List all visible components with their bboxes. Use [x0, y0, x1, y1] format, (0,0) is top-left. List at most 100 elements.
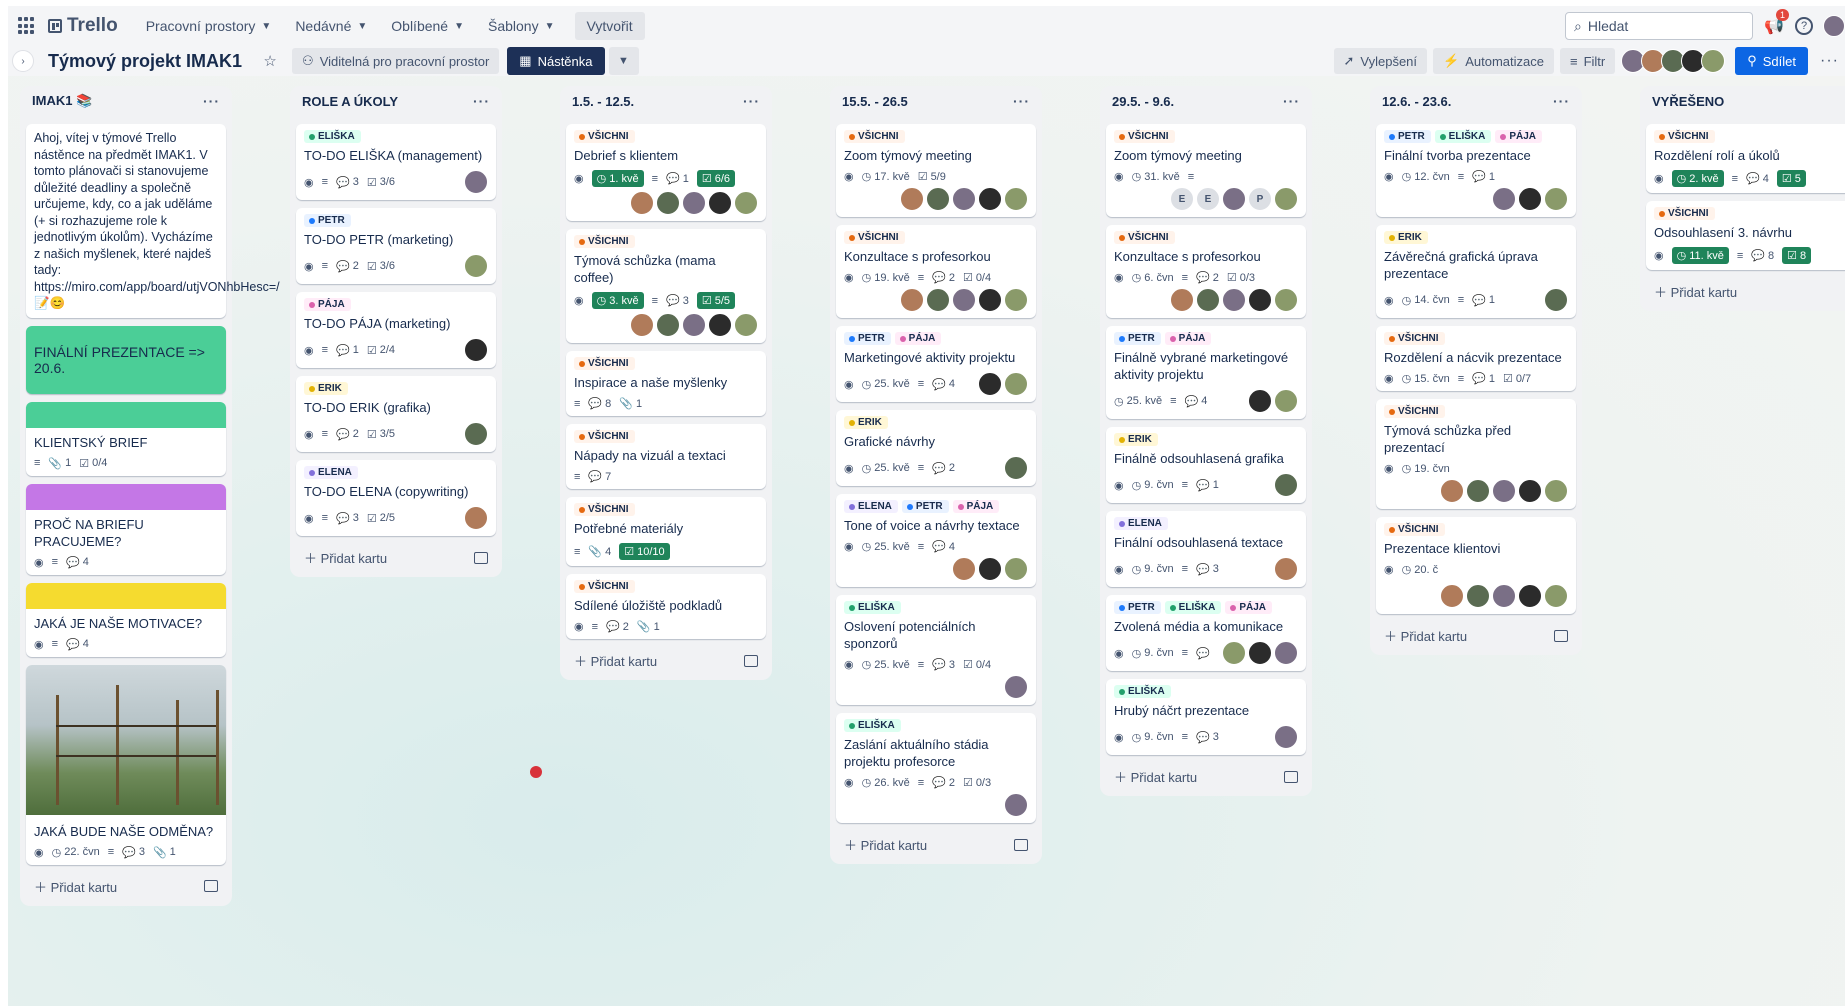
list-title[interactable]: 1.5. - 12.5.: [572, 94, 634, 109]
card-materials[interactable]: VŠICHNI Potřebné materiály ≡ 📎 4 ☑ 10/10: [566, 497, 766, 566]
due-date-badge[interactable]: ◷ 25. kvě: [862, 378, 910, 391]
star-icon[interactable]: ☆: [258, 49, 282, 73]
member-avatar[interactable]: [464, 254, 488, 278]
template-icon[interactable]: [1014, 838, 1028, 851]
card-client-brief[interactable]: KLIENTSKÝ BRIEF ≡ 📎 1 ☑ 0/4: [26, 401, 226, 476]
member-avatar[interactable]: [978, 372, 1002, 396]
due-date-badge[interactable]: ◷ 12. čvn: [1402, 170, 1450, 184]
list-title[interactable]: ROLE A ÚKOLY: [302, 94, 398, 109]
member-avatar[interactable]: [1004, 793, 1028, 817]
card-presentation-practice[interactable]: VŠICHNI Rozdělení a nácvik prezentace ◉ ◷…: [1376, 326, 1576, 391]
notifications-button[interactable]: 📢 1: [1763, 9, 1789, 37]
member-avatar[interactable]: [1544, 288, 1568, 312]
member-avatar[interactable]: [978, 187, 1002, 211]
card-final-marketing[interactable]: PETR PÁJA Finálně vybrané marketingové ak…: [1106, 326, 1306, 419]
list-menu-icon[interactable]: ···: [473, 93, 490, 109]
member-avatar[interactable]: E: [1196, 187, 1220, 211]
due-date-badge[interactable]: ◷ 25. kvě: [862, 540, 910, 554]
due-date-badge[interactable]: ◷ 3. kvě: [591, 292, 644, 309]
list-title[interactable]: IMAK1 📚: [32, 93, 92, 109]
card-zoom-meeting-2[interactable]: VŠICHNI Zoom týmový meeting ◉ ◷ 31. kvě ≡ E…: [1106, 124, 1306, 217]
nav-templates[interactable]: Šablony ▼: [478, 12, 565, 40]
label-erik[interactable]: ERIK: [1384, 231, 1428, 244]
due-date-badge[interactable]: ◷ 2. kvě: [1671, 170, 1724, 187]
label-elena[interactable]: ELENA: [304, 466, 358, 479]
member-avatar[interactable]: [464, 422, 488, 446]
nav-recent[interactable]: Nedávné ▼: [285, 12, 377, 40]
member-avatar[interactable]: [1004, 456, 1028, 480]
add-card-button[interactable]: ＋ Přidat kartu: [296, 540, 496, 571]
card-motivation[interactable]: JAKÁ JE NAŠE MOTIVACE? ◉ ≡ 💬 4: [26, 582, 226, 657]
member-avatar[interactable]: [1466, 479, 1490, 503]
label-vsichni[interactable]: VŠICHNI: [1384, 332, 1445, 345]
card-zoom-meeting[interactable]: VŠICHNI Zoom týmový meeting ◉ ◷ 17. kvě ☑ 5/…: [836, 124, 1036, 217]
card-tone-of-voice[interactable]: ELENA PETR PÁJA Tone of voice a návrhy tex…: [836, 494, 1036, 587]
card-design-approval[interactable]: VŠICHNI Odsouhlasení 3. návrhu ◉ ◷ 11. kvě…: [1646, 201, 1845, 270]
app-switcher-icon[interactable]: [18, 17, 36, 35]
visibility-button[interactable]: ⚇ Viditelná pro pracovní prostor: [292, 48, 500, 74]
board-view-button[interactable]: ▦ Nástěnka: [507, 47, 605, 75]
label-vsichni[interactable]: VŠICHNI: [1654, 207, 1715, 220]
due-date-badge[interactable]: ◷ 9. čvn: [1132, 563, 1174, 576]
member-avatar[interactable]: [1248, 389, 1272, 413]
label-eliska[interactable]: ELIŠKA: [304, 130, 361, 143]
list-header[interactable]: ROLE A ÚKOLY ···: [296, 86, 496, 116]
card-todo-elena[interactable]: ELENA TO-DO ELENA (copywriting) ◉ ≡ 💬 3 ☑ 2/5: [296, 460, 496, 536]
label-vsichni[interactable]: VŠICHNI: [1114, 130, 1175, 143]
list-title[interactable]: 15.5. - 26.5: [842, 94, 908, 109]
card-client-presentation[interactable]: VŠICHNI Prezentace klientovi ◉ ◷ 20. č: [1376, 517, 1576, 614]
member-avatar[interactable]: [978, 557, 1002, 581]
board-members[interactable]: [1621, 49, 1726, 73]
due-date-badge[interactable]: ◷ 1. kvě: [591, 170, 644, 187]
member-avatar[interactable]: [1004, 675, 1028, 699]
label-petr[interactable]: PETR: [304, 214, 351, 227]
add-card-button[interactable]: ＋ Přidat kartu: [1376, 618, 1576, 649]
label-eliska[interactable]: ELIŠKA: [844, 719, 901, 732]
due-date-badge[interactable]: ◷ 9. čvn: [1132, 731, 1174, 744]
label-vsichni[interactable]: VŠICHNI: [1654, 130, 1715, 143]
member-avatar[interactable]: [630, 191, 654, 215]
member-avatar[interactable]: [1170, 288, 1194, 312]
due-date-badge[interactable]: ◷ 19. kvě: [862, 271, 910, 285]
due-date-badge[interactable]: ◷ 6. čvn: [1132, 271, 1174, 285]
member-avatar[interactable]: [900, 187, 924, 211]
add-card-button[interactable]: ＋ Přidat kartu: [566, 643, 766, 674]
label-vsichni[interactable]: VŠICHNI: [574, 130, 635, 143]
member-avatar[interactable]: [464, 170, 488, 194]
label-erik[interactable]: ERIK: [844, 416, 888, 429]
template-icon[interactable]: [204, 880, 218, 892]
label-paja[interactable]: PÁJA: [1225, 601, 1273, 614]
card-rough-draft[interactable]: ELIŠKA Hrubý náčrt prezentace ◉ ◷ 9. čvn ≡ 💬…: [1106, 679, 1306, 755]
card-inspiration[interactable]: VŠICHNI Inspirace a naše myšlenky ≡ 💬 8 📎 1: [566, 351, 766, 416]
label-vsichni[interactable]: VŠICHNI: [844, 130, 905, 143]
due-date-badge[interactable]: ◷ 11. kvě: [1671, 247, 1729, 264]
card-todo-erik[interactable]: ERIK TO-DO ERIK (grafika) ◉ ≡ 💬 2 ☑ 3/5: [296, 376, 496, 452]
template-icon[interactable]: [744, 654, 758, 667]
more-menu-icon[interactable]: ···: [1814, 52, 1845, 70]
member-avatar[interactable]: [900, 288, 924, 312]
list-header[interactable]: 1.5. - 12.5. ···: [566, 86, 766, 116]
label-vsichni[interactable]: VŠICHNI: [1384, 523, 1445, 536]
add-card-button[interactable]: ＋ Přidat kartu: [836, 827, 1036, 858]
label-vsichni[interactable]: VŠICHNI: [574, 430, 635, 443]
due-date-badge[interactable]: ◷ 15. čvn: [1402, 372, 1450, 386]
member-avatar[interactable]: [1004, 372, 1028, 396]
label-erik[interactable]: ERIK: [1114, 433, 1158, 446]
account-avatar[interactable]: [1823, 15, 1845, 37]
member-avatar[interactable]: [1248, 641, 1272, 665]
label-petr[interactable]: PETR: [1114, 601, 1161, 614]
member-avatar[interactable]: E: [1170, 187, 1194, 211]
label-vsichni[interactable]: VŠICHNI: [574, 357, 635, 370]
card-consultation-2[interactable]: VŠICHNI Konzultace s profesorkou ◉ ◷ 6. čv…: [1106, 225, 1306, 318]
label-vsichni[interactable]: VŠICHNI: [844, 231, 905, 244]
member-avatar[interactable]: [952, 187, 976, 211]
card-team-meeting-coffee[interactable]: VŠICHNI Týmová schůzka (mama coffee) ◉ ◷ 3…: [566, 229, 766, 343]
member-avatar[interactable]: [682, 191, 706, 215]
list-title[interactable]: 12.6. - 23.6.: [1382, 94, 1451, 109]
label-elena[interactable]: ELENA: [844, 500, 898, 513]
label-paja[interactable]: PÁJA: [1495, 130, 1543, 143]
card-reward[interactable]: JAKÁ BUDE NAŠE ODMĚNA? ◉ ◷ 22. čvn ≡ 💬 3 📎 1: [26, 664, 226, 865]
list-menu-icon[interactable]: ···: [743, 93, 760, 109]
label-paja[interactable]: PÁJA: [1164, 332, 1212, 345]
list-title[interactable]: VYŘEŠENO: [1652, 94, 1724, 109]
